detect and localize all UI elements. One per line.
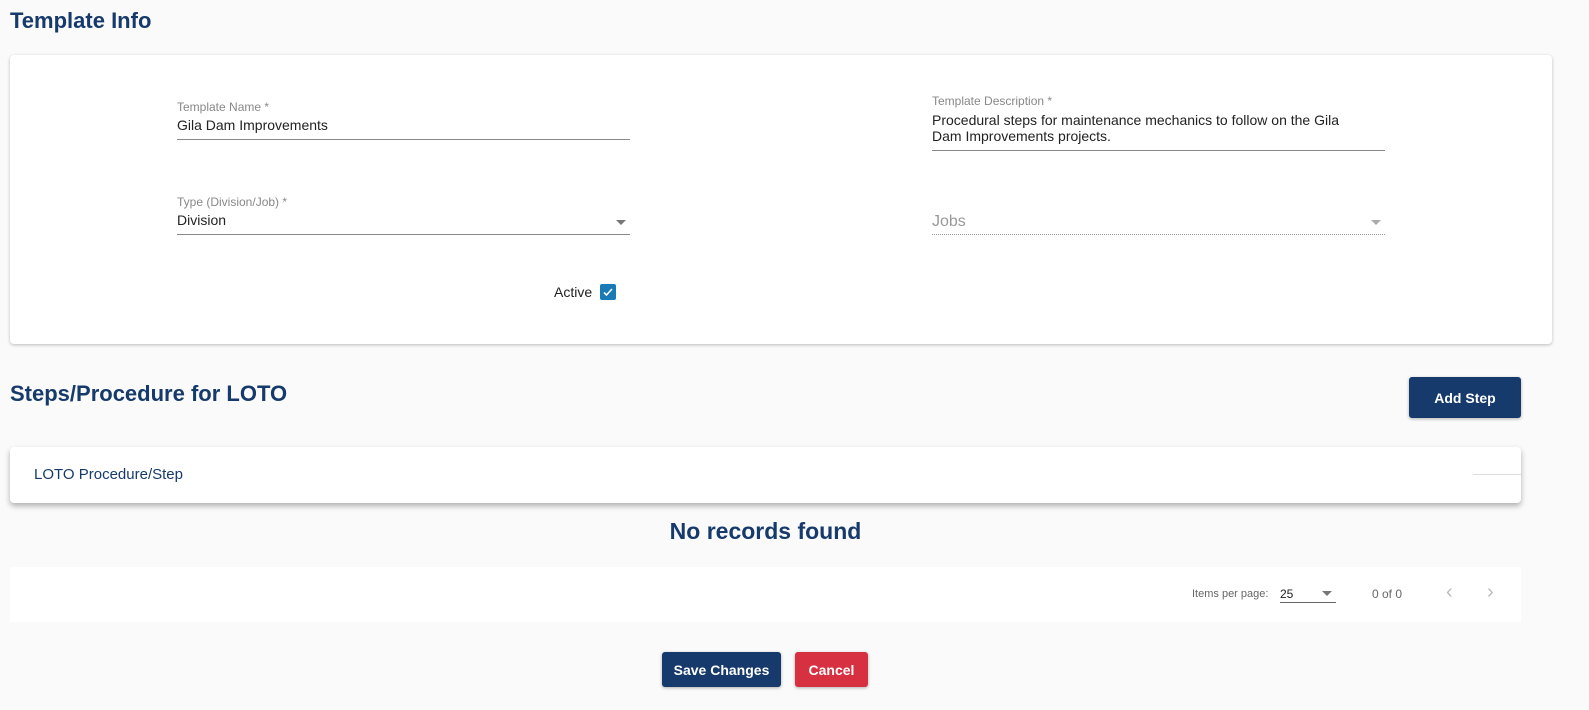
template-info-card: Template Name * Gila Dam Improvements Te… [10, 55, 1552, 344]
type-value: Division [177, 212, 630, 235]
template-name-field[interactable]: Template Name * Gila Dam Improvements [177, 100, 630, 140]
jobs-placeholder: Jobs [932, 213, 966, 230]
previous-page-icon[interactable]: ‹ [1446, 581, 1453, 604]
steps-title: Steps/Procedure for LOTO [10, 381, 288, 406]
save-changes-button[interactable]: Save Changes [662, 652, 781, 687]
active-label: Active [554, 284, 593, 300]
template-name-input[interactable]: Gila Dam Improvements [177, 117, 630, 140]
dropdown-arrow-icon [1322, 591, 1332, 596]
page-size-value: 25 [1280, 587, 1294, 601]
template-description-textarea[interactable]: Procedural steps for maintenance mechani… [932, 112, 1385, 151]
page-size-select[interactable]: 25 [1280, 585, 1336, 603]
divider [1473, 474, 1521, 475]
dropdown-arrow-icon [616, 220, 626, 225]
next-page-icon[interactable]: › [1487, 581, 1494, 604]
checkmark-icon[interactable] [600, 284, 617, 300]
jobs-select[interactable]: Jobs [932, 213, 1385, 235]
add-step-button[interactable]: Add Step [1409, 377, 1521, 418]
active-checkbox[interactable]: Active [554, 284, 617, 300]
template-description-label: Template Description * [932, 94, 1053, 108]
template-name-label: Template Name * [177, 100, 270, 114]
paginator: Items per page: 25 0 of 0 ‹ › [10, 567, 1521, 622]
steps-table-header: LOTO Procedure/Step [10, 447, 1521, 503]
template-description-field[interactable]: Template Description * Procedural steps … [932, 94, 1385, 151]
dropdown-arrow-icon [1371, 220, 1381, 225]
items-per-page-label: Items per page: [1192, 588, 1269, 600]
page-range: 0 of 0 [1372, 587, 1403, 601]
page-title: Template Info [10, 8, 152, 33]
type-select[interactable]: Type (Division/Job) * Division [177, 195, 630, 235]
cancel-button[interactable]: Cancel [795, 652, 868, 687]
column-header-loto-step[interactable]: LOTO Procedure/Step [34, 466, 183, 483]
empty-message: No records found [669, 518, 862, 544]
type-label: Type (Division/Job) * [177, 195, 288, 209]
